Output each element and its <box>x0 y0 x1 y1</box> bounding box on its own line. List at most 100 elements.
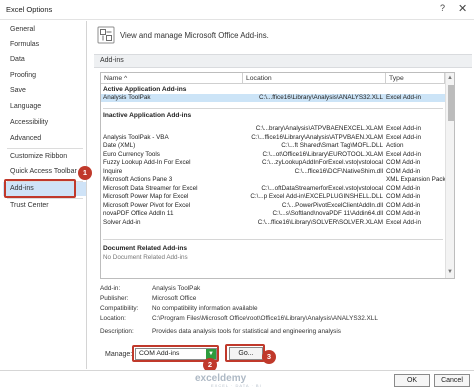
cell-type: Excel Add-in <box>386 125 422 132</box>
group-title-active: Active Application Add-ins <box>103 86 187 93</box>
cell-name: Euro Currency Tools <box>103 150 160 158</box>
sidebar-item-customize-ribbon[interactable]: Customize Ribbon <box>3 150 86 164</box>
cell-location: C:\...ffice16\Library\SOLVER\SOLVER.XLAM <box>257 218 383 226</box>
cell-location: C:\...brary\Analysis\ATPVBAENEXCEL.XLAM <box>255 125 383 132</box>
table-row[interactable]: Fuzzy Lookup Add-In For Excel C:\...zyLo… <box>101 159 445 167</box>
cell-name: Analysis ToolPak <box>103 94 151 101</box>
sidebar-item-general[interactable]: General <box>3 23 86 37</box>
page-header: View and manage Microsoft Office Add-ins… <box>120 31 269 40</box>
table-row[interactable]: C:\...brary\Analysis\ATPVBAENEXCEL.XLAM … <box>101 125 445 133</box>
cell-name: No Document Related Add-ins <box>103 254 188 261</box>
detail-value: Provides data analysis tools for statist… <box>152 328 341 335</box>
table-divider <box>103 239 443 240</box>
cell-location: C:\...ffice16\Library\Analysis\ATPVBAEN.… <box>251 133 383 141</box>
sidebar-item-advanced[interactable]: Advanced <box>3 132 86 146</box>
scroll-up-icon[interactable]: ▲ <box>447 75 453 81</box>
table-row[interactable]: Analysis ToolPak - VBA C:\...ffice16\Lib… <box>101 134 445 142</box>
watermark-logo: exceldemy EXCEL · DATA · BI <box>195 373 261 388</box>
cancel-button[interactable]: Cancel <box>434 374 470 387</box>
cell-location: C:\...ot\Office16\Library\EUROTOOL.XLAM <box>262 150 384 158</box>
step-badge-3: 3 <box>262 350 276 364</box>
table-row[interactable]: Microsoft Power Pivot for Excel C:\...Po… <box>101 202 445 210</box>
sidebar-item-formulas[interactable]: Formulas <box>3 38 86 52</box>
cell-type: COM Add-in <box>386 201 421 209</box>
table-row[interactable]: Date (XML) C:\...ft Shared\Smart Tag\MOF… <box>101 142 445 150</box>
detail-addin: Add-in: Analysis ToolPak <box>100 285 472 294</box>
cell-type: COM Add-in <box>386 193 421 200</box>
vertical-scrollbar[interactable]: ▲ ▼ <box>445 73 454 278</box>
cell-name: Microsoft Data Streamer for Excel <box>103 184 198 192</box>
title-bar: Excel Options ? ✕ <box>0 0 474 20</box>
cell-name: novaPDF Office AddIn 11 <box>103 210 174 217</box>
sidebar-item-proofing[interactable]: Proofing <box>3 69 86 83</box>
sidebar-item-language[interactable]: Language <box>3 100 86 114</box>
cell-location: C:\...p Excel Add-in\EXCELPLUGINSHELL.DL… <box>250 193 383 200</box>
sidebar-item-accessibility[interactable]: Accessibility <box>3 116 86 130</box>
detail-label: Add-in: <box>100 285 121 292</box>
sidebar-divider <box>7 148 83 149</box>
cell-location: C:\...zyLookupAddInForExcel.vsto|vstoloc… <box>262 159 383 166</box>
cell-location: C:\...s\Softland\novaPDF 11\Addin64.dll <box>272 210 384 217</box>
detail-compatibility: Compatibility: No compatibility informat… <box>100 305 472 314</box>
cell-location: C:\...ffice16\DCF\NativeShim.dll <box>294 167 383 175</box>
table-row[interactable]: Microsoft Power Map for Excel C:\...p Ex… <box>101 193 445 201</box>
cell-name: Microsoft Actions Pane 3 <box>103 176 173 183</box>
cell-name: Analysis ToolPak - VBA <box>103 133 169 141</box>
cell-name: Solver Add-in <box>103 218 141 226</box>
add-ins-table[interactable]: Name ^ Location Type Active Application … <box>100 72 455 279</box>
cell-name: Date (XML) <box>103 142 136 149</box>
table-row[interactable]: Solver Add-in C:\...ffice16\Library\SOLV… <box>101 219 445 227</box>
help-icon[interactable]: ? <box>440 3 445 13</box>
sidebar-item-trust-center[interactable]: Trust Center <box>3 199 86 213</box>
table-row: No Document Related Add-ins <box>101 254 445 262</box>
watermark-subtext: EXCEL · DATA · BI <box>211 383 262 388</box>
manage-label: Manage: <box>105 351 133 358</box>
add-ins-section-title: Add-ins <box>94 54 472 68</box>
window-title: Excel Options <box>6 5 53 14</box>
sidebar-item-data[interactable]: Data <box>3 53 86 67</box>
cell-name: Inquire <box>103 167 123 175</box>
column-header-type[interactable]: Type <box>386 73 445 84</box>
table-row[interactable]: Analysis ToolPak C:\...ffice16\Library\A… <box>101 94 445 103</box>
detail-value: Microsoft Office <box>152 295 197 302</box>
table-row[interactable]: Euro Currency Tools C:\...ot\Office16\Li… <box>101 151 445 159</box>
detail-label: Location: <box>100 315 126 322</box>
column-header-location[interactable]: Location <box>243 73 386 84</box>
cell-type: Excel Add-in <box>386 218 422 226</box>
dialog-footer: exceldemy EXCEL · DATA · BI OK Cancel <box>0 370 474 389</box>
cell-location: C:\...ffice16\Library\Analysis\ANALYS32.… <box>258 94 383 101</box>
detail-value: No compatibility information available <box>152 305 258 312</box>
detail-label: Description: <box>100 328 134 335</box>
close-icon[interactable]: ✕ <box>458 2 467 15</box>
detail-label: Publisher: <box>100 295 129 302</box>
sidebar-item-quick-access-toolbar[interactable]: Quick Access Toolbar <box>3 165 86 179</box>
detail-location: Location: C:\Program Files\Microsoft Off… <box>100 315 472 324</box>
cell-type: COM Add-in <box>386 210 421 217</box>
table-row[interactable] <box>101 227 445 235</box>
go-highlight-box <box>225 344 265 362</box>
cell-type: Excel Add-in <box>386 133 422 141</box>
column-header-name[interactable]: Name ^ <box>101 73 243 84</box>
cell-type: Excel Add-in <box>386 94 422 101</box>
table-row[interactable]: Microsoft Data Streamer for Excel C:\...… <box>101 185 445 193</box>
scroll-down-icon[interactable]: ▼ <box>447 269 453 275</box>
cell-type: XML Expansion Pack <box>386 176 446 183</box>
table-divider <box>103 108 443 109</box>
table-row[interactable]: Inquire C:\...ffice16\DCF\NativeShim.dll… <box>101 168 445 176</box>
detail-value: Analysis ToolPak <box>152 285 201 292</box>
cell-type: COM Add-in <box>386 159 421 166</box>
cell-location: C:\...oftDataStreamerforExcel.vsto|vstol… <box>261 184 383 192</box>
cell-name: Microsoft Power Pivot for Excel <box>103 201 191 209</box>
cell-type: COM Add-in <box>386 184 421 192</box>
cell-name: Microsoft Power Map for Excel <box>103 193 189 200</box>
cell-type: Excel Add-in <box>386 150 422 158</box>
ok-button[interactable]: OK <box>394 374 430 387</box>
sidebar-item-save[interactable]: Save <box>3 84 86 98</box>
group-title-document: Document Related Add-ins <box>103 245 188 252</box>
detail-value: C:\Program Files\Microsoft Office\root\O… <box>152 315 378 322</box>
group-title-inactive: Inactive Application Add-ins <box>103 112 192 119</box>
table-row[interactable]: novaPDF Office AddIn 11 C:\...s\Softland… <box>101 210 445 218</box>
scroll-thumb[interactable] <box>448 85 454 121</box>
table-row[interactable]: Microsoft Actions Pane 3 XML Expansion P… <box>101 176 446 184</box>
add-ins-header-icon <box>97 26 115 44</box>
